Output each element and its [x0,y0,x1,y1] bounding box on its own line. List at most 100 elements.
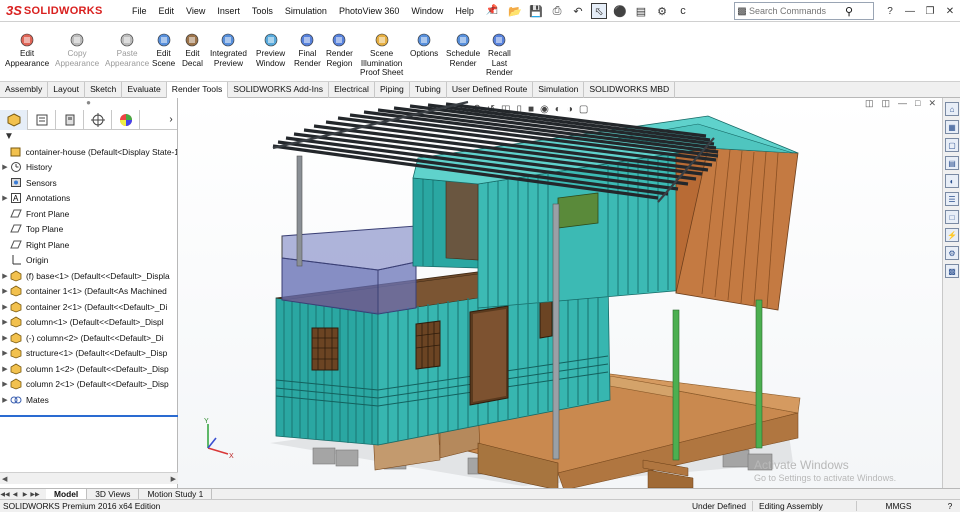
dimxpert-manager-tab[interactable] [84,110,112,130]
preview-window-button[interactable]: Preview Window [256,32,285,68]
tree-node[interactable]: ▶ (f) base<1> (Default<<Default>_Displa [0,268,177,284]
menu-simulation[interactable]: Simulation [279,0,333,22]
edit-decal-button[interactable]: Edit Decal [182,32,203,68]
recall-render-button[interactable]: Recall Last Render [486,32,513,78]
tree-node[interactable]: Front Plane [0,206,177,222]
tab-solidworks-add-ins[interactable]: SOLIDWORKS Add-Ins [228,82,330,98]
menu-photoview-360[interactable]: PhotoView 360 [333,0,405,22]
tree-node[interactable]: ▶ column<1> (Default<<Default>_Displ [0,315,177,331]
bottom-tab-3d-views[interactable]: 3D Views [87,488,140,500]
minimize-icon[interactable]: — [900,6,920,17]
tab-simulation[interactable]: Simulation [533,82,585,98]
tree-node[interactable]: ▶ A Annotations [0,191,177,207]
search-commands-input[interactable] [749,6,845,16]
view-palette-icon[interactable]: ▤ [945,156,959,170]
last-tab-icon[interactable]: ▶▶ [30,491,40,498]
status-units[interactable]: MMGS [856,501,940,511]
tab-user-defined-route[interactable]: User Defined Route [447,82,534,98]
expand-arrow-icon[interactable]: ▶ [0,194,10,202]
help-question-icon[interactable]: ? [880,6,900,17]
tree-node[interactable]: ▶ Mates [0,392,177,408]
rebuild-icon[interactable]: ⚫ [612,3,628,19]
menu-window[interactable]: Window [405,0,449,22]
graphics-viewport[interactable]: ⚲ ⚲ ↺ ◫ ▯ ■ ◉ ◐ ◑ ▢ ◫ ◫ — □ ✕ [178,98,942,488]
tree-node[interactable]: Origin [0,253,177,269]
print-icon[interactable]: ⎙ [549,3,565,19]
tree-node[interactable]: ▶ History [0,160,177,176]
save-icon[interactable]: 💾 [528,3,544,19]
scroll-left-icon[interactable]: ◀ [2,475,7,483]
expand-arrow-icon[interactable]: ▶ [0,349,10,357]
undo-icon[interactable]: ↶ [570,3,586,19]
menu-view[interactable]: View [180,0,211,22]
edit-appearance-button[interactable]: Edit Appearance [5,32,49,68]
appearances-scenes-icon[interactable]: ◐ [945,174,959,188]
restore-icon[interactable]: ❐ [920,6,940,17]
menu-insert[interactable]: Insert [211,0,246,22]
solidworks-forum-icon[interactable]: □ [945,210,959,224]
tree-node[interactable]: ▶ column 1<2> (Default<<Default>_Disp [0,361,177,377]
chevron-right-icon[interactable]: › [165,110,177,129]
tab-solidworks-mbd[interactable]: SOLIDWORKS MBD [584,82,676,98]
tab-assembly[interactable]: Assembly [0,82,49,98]
new-document-icon[interactable]: □ [486,3,502,19]
expand-arrow-icon[interactable]: ▶ [0,303,10,311]
expand-arrow-icon[interactable]: ▶ [0,380,10,388]
tab-evaluate[interactable]: Evaluate [122,82,167,98]
tree-node[interactable]: ▶ column 2<1> (Default<<Default>_Disp [0,377,177,393]
menu-file[interactable]: File [126,0,153,22]
select-cursor-icon[interactable]: ⬁ [591,3,607,19]
tree-node[interactable]: ▶ container 2<1> (Default<<Default>_Di [0,299,177,315]
tab-layout[interactable]: Layout [48,82,86,98]
expand-arrow-icon[interactable]: ▶ [0,318,10,326]
bottom-tab-model[interactable]: Model [46,488,88,500]
options-button[interactable]: Options [410,32,438,59]
bottom-tab-motion-study-1[interactable]: Motion Study 1 [139,488,213,500]
display-manager-tab[interactable] [112,110,140,130]
tab-sketch[interactable]: Sketch [85,82,123,98]
tree-node[interactable]: ▶ container 1<1> (Default<As Machined [0,284,177,300]
design-library-icon[interactable]: ▦ [945,120,959,134]
electrical-icon[interactable]: ⚡ [945,228,959,242]
tree-node[interactable]: Right Plane [0,237,177,253]
tree-node[interactable]: Sensors [0,175,177,191]
toolbox-icon[interactable]: ▩ [945,264,959,278]
routing-library-icon[interactable]: ⚙ [945,246,959,260]
next-tab-icon[interactable]: ▶ [20,491,30,498]
illumination-proof-button[interactable]: Scene Illumination Proof Sheet [360,32,403,78]
edit-scene-button[interactable]: Edit Scene [152,32,175,68]
file-properties-icon[interactable]: ▤ [633,3,649,19]
filter-icon[interactable]: ▼ [0,130,177,144]
paste-appearance-button[interactable]: Paste Appearance [105,32,149,68]
property-manager-tab[interactable] [28,110,56,130]
first-tab-icon[interactable]: ◀◀ [0,491,10,498]
magnifier-icon[interactable]: ⚲ [845,5,853,18]
tree-node[interactable]: ▶ structure<1> (Default<<Default>_Disp [0,346,177,362]
expand-arrow-icon[interactable]: ▶ [0,163,10,171]
close-icon[interactable]: ✕ [940,6,960,17]
expand-arrow-icon[interactable]: ▶ [0,272,10,280]
status-help-icon[interactable]: ? [940,501,960,511]
file-explorer-icon[interactable]: ▢ [945,138,959,152]
tree-node[interactable]: Top Plane [0,222,177,238]
tree-node[interactable]: container-house (Default<Display State-1… [0,144,177,160]
tab-piping[interactable]: Piping [375,82,410,98]
expand-arrow-icon[interactable]: ▶ [0,396,10,404]
menu-tools[interactable]: Tools [246,0,279,22]
copy-appearance-button[interactable]: Copy Appearance [55,32,99,68]
solidworks-resources-icon[interactable]: ⌂ [945,102,959,116]
tree-horizontal-scrollbar[interactable]: ◀ ▶ [0,472,178,484]
open-folder-icon[interactable]: 📂 [507,3,523,19]
rollback-bar[interactable] [0,415,178,417]
configuration-manager-tab[interactable] [56,110,84,130]
expand-arrow-icon[interactable]: ▶ [0,287,10,295]
solidworks-logo[interactable]: 3S SOLIDWORKS [0,0,118,22]
options-gear-icon[interactable]: ⚙ [654,3,670,19]
panel-grip-icon[interactable]: ● [0,98,177,110]
scroll-right-icon[interactable]: ▶ [171,475,176,483]
tab-tubing[interactable]: Tubing [410,82,447,98]
tree-node[interactable]: ▶ (-) column<2> (Default<<Default>_Di [0,330,177,346]
render-region-button[interactable]: Render Region [326,32,353,68]
menu-edit[interactable]: Edit [153,0,181,22]
feature-manager-tab[interactable] [0,110,28,130]
